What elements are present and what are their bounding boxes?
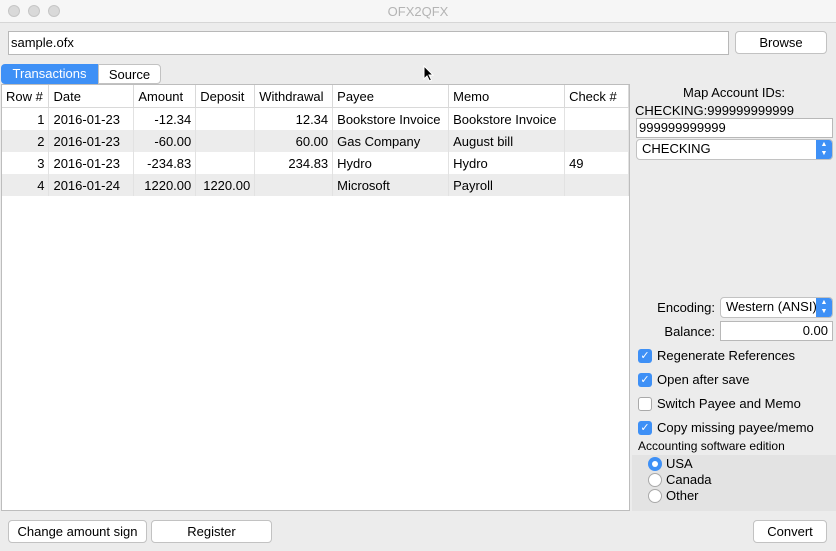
column-header[interactable]: Deposit xyxy=(195,85,256,108)
edition-radio-group: USA Canada Other xyxy=(632,455,836,511)
map-account-ids-label: Map Account IDs: xyxy=(683,85,785,100)
option-label: Switch Payee and Memo xyxy=(657,396,801,411)
table-row[interactable]: 4 2016-01-24 1220.00 1220.00 Microsoft P… xyxy=(2,174,629,196)
radio-selected-icon[interactable] xyxy=(648,457,662,471)
edition-label: Accounting software edition xyxy=(638,439,785,453)
cell-deposit xyxy=(195,130,256,152)
checkbox-unchecked-icon[interactable] xyxy=(638,397,652,411)
cell-withdrawal: 60.00 xyxy=(254,130,334,152)
encoding-label: Encoding: xyxy=(657,300,715,315)
column-header[interactable]: Payee xyxy=(332,85,450,108)
cell-date: 2016-01-24 xyxy=(48,174,135,196)
cell-check xyxy=(564,130,629,152)
cell-deposit xyxy=(195,152,256,174)
encoding-select[interactable]: Western (ANSI) ▲ ▼ xyxy=(720,297,833,318)
cell-amount: -234.83 xyxy=(133,152,197,174)
cell-check xyxy=(564,174,629,196)
checkbox-checked-icon[interactable]: ✓ xyxy=(638,421,652,435)
chevron-updown-icon: ▲ ▼ xyxy=(816,140,832,159)
account-mapping-line: CHECKING:999999999999 xyxy=(635,103,794,118)
cell-deposit xyxy=(195,107,256,130)
account-id-input[interactable]: 999999999999 xyxy=(636,118,833,138)
cell-withdrawal xyxy=(254,174,334,196)
cell-deposit: 1220.00 xyxy=(195,174,256,196)
column-header[interactable]: Check # xyxy=(564,85,629,108)
cell-memo: Payroll xyxy=(448,174,566,196)
checkbox-checked-icon[interactable]: ✓ xyxy=(638,349,652,363)
column-header[interactable]: Memo xyxy=(448,85,566,108)
cell-amount: -12.34 xyxy=(133,107,197,130)
radio-unselected-icon[interactable] xyxy=(648,489,662,503)
cell-row-number: 4 xyxy=(2,174,50,196)
register-button[interactable]: Register xyxy=(151,520,272,543)
cell-row-number: 2 xyxy=(2,130,50,152)
cell-payee: Gas Company xyxy=(332,130,450,152)
column-header[interactable]: Withdrawal xyxy=(254,85,334,108)
tab-source[interactable]: Source xyxy=(98,64,161,84)
cell-payee: Microsoft xyxy=(332,174,450,196)
window-title: OFX2QFX xyxy=(387,4,449,19)
cell-check xyxy=(564,107,629,130)
table-row[interactable]: 3 2016-01-23 -234.83 234.83 Hydro Hydro … xyxy=(2,152,629,174)
option-label: Regenerate References xyxy=(657,348,796,363)
radio-label: Canada xyxy=(666,472,712,487)
cell-withdrawal: 234.83 xyxy=(254,152,334,174)
cell-amount: -60.00 xyxy=(133,130,197,152)
account-type-value: CHECKING xyxy=(642,141,711,156)
cell-row-number: 3 xyxy=(2,152,50,174)
radio-label: Other xyxy=(666,488,699,503)
cell-date: 2016-01-23 xyxy=(48,152,135,174)
tab-transactions[interactable]: Transactions xyxy=(1,64,98,84)
cell-row-number: 1 xyxy=(2,107,50,130)
cell-date: 2016-01-23 xyxy=(48,130,135,152)
mouse-cursor-icon xyxy=(423,64,435,85)
checkbox-checked-icon[interactable]: ✓ xyxy=(638,373,652,387)
transactions-table[interactable]: Row # Date Amount Deposit Withdrawal Pay… xyxy=(1,84,630,511)
cell-payee: Bookstore Invoice xyxy=(332,107,450,130)
column-header[interactable]: Date xyxy=(48,85,135,108)
cell-payee: Hydro xyxy=(332,152,450,174)
option-label: Open after save xyxy=(657,372,750,387)
cell-memo: Bookstore Invoice xyxy=(448,107,566,130)
browse-button[interactable]: Browse xyxy=(735,31,827,54)
account-type-select[interactable]: CHECKING ▲ ▼ xyxy=(636,139,833,160)
balance-label: Balance: xyxy=(664,324,715,339)
change-amount-sign-button[interactable]: Change amount sign xyxy=(8,520,147,543)
cell-date: 2016-01-23 xyxy=(48,107,135,130)
table-row[interactable]: 2 2016-01-23 -60.00 60.00 Gas Company Au… xyxy=(2,130,629,152)
radio-label: USA xyxy=(666,456,693,471)
option-label: Copy missing payee/memo xyxy=(657,420,814,435)
table-row[interactable]: 1 2016-01-23 -12.34 12.34 Bookstore Invo… xyxy=(2,107,629,130)
options-panel: Map Account IDs: CHECKING:999999999999 9… xyxy=(632,84,836,511)
cell-check: 49 xyxy=(564,152,629,174)
cell-memo: August bill xyxy=(448,130,566,152)
radio-unselected-icon[interactable] xyxy=(648,473,662,487)
chevron-updown-icon: ▲ ▼ xyxy=(816,298,832,317)
file-path-input[interactable]: sample.ofx xyxy=(8,31,729,55)
table-header-row: Row # Date Amount Deposit Withdrawal Pay… xyxy=(2,85,629,108)
column-header[interactable]: Row # xyxy=(2,85,50,108)
cell-withdrawal: 12.34 xyxy=(254,107,334,130)
encoding-value: Western (ANSI) xyxy=(726,299,817,314)
cell-memo: Hydro xyxy=(448,152,566,174)
balance-input[interactable]: 0.00 xyxy=(720,321,833,341)
title-bar: OFX2QFX xyxy=(0,0,836,23)
convert-button[interactable]: Convert xyxy=(753,520,827,543)
cell-amount: 1220.00 xyxy=(133,174,197,196)
column-header[interactable]: Amount xyxy=(133,85,197,108)
